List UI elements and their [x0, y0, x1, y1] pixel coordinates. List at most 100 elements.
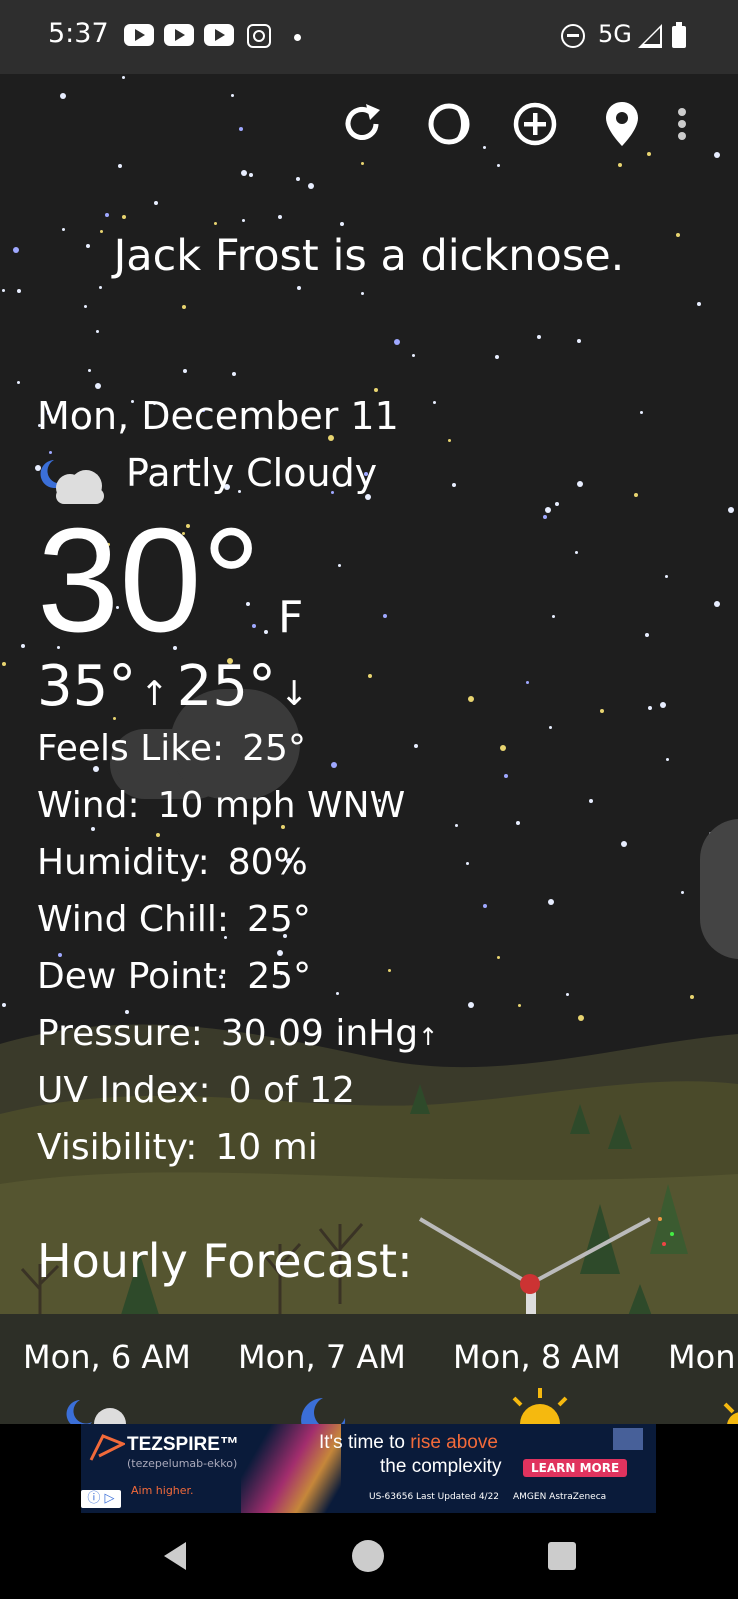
star: [99, 286, 102, 289]
signal-icon: [638, 24, 662, 48]
detail-value: 25°: [247, 956, 312, 997]
detail-row: Wind: 10 mph WNW: [37, 785, 405, 826]
refresh-icon[interactable]: [336, 98, 388, 150]
youtube-icon: [204, 24, 234, 46]
home-icon[interactable]: [352, 1540, 384, 1572]
star: [433, 401, 436, 404]
star: [575, 551, 578, 554]
instagram-icon: [247, 24, 271, 48]
status-bar: 5:37 5G: [0, 0, 738, 74]
star: [681, 891, 684, 894]
star: [555, 502, 559, 506]
star: [214, 222, 217, 225]
star: [500, 745, 506, 751]
hour-item[interactable]: Mon: [668, 1338, 735, 1376]
star: [414, 744, 418, 748]
star: [640, 411, 643, 414]
star: [468, 696, 474, 702]
detail-value: 0 of 12: [228, 1070, 355, 1111]
star: [96, 330, 99, 333]
star: [338, 564, 341, 567]
star: [394, 339, 400, 345]
star: [621, 841, 627, 847]
ad-choices-icon[interactable]: [613, 1428, 643, 1450]
star: [239, 127, 243, 131]
ad-footer: US-63656 Last Updated 4/22: [369, 1492, 500, 1502]
star: [549, 726, 552, 729]
current-date: Mon, December 11: [37, 394, 399, 438]
recents-icon[interactable]: [548, 1542, 576, 1570]
youtube-icon: [164, 24, 194, 46]
pressure-rising-icon: ↑: [418, 1023, 439, 1051]
hour-item[interactable]: Mon, 7 AM: [238, 1338, 406, 1376]
current-temperature: 30°: [37, 498, 261, 663]
star: [728, 507, 734, 513]
detail-row: Wind Chill: 25°: [37, 899, 311, 940]
star: [383, 614, 387, 618]
cloud: [700, 819, 738, 959]
arrow-down-icon: ↓: [280, 674, 309, 714]
weather-background: Jack Frost is a dicknose. Mon, December …: [0, 74, 738, 1424]
star: [95, 383, 101, 389]
star: [497, 956, 500, 959]
star: [308, 183, 314, 189]
hourly-forecast-title: Hourly Forecast:: [37, 1234, 413, 1288]
hour-item[interactable]: Mon, 6 AM: [23, 1338, 191, 1376]
detail-label: Feels Like:: [37, 728, 225, 769]
ad-headline-2: the complexity: [380, 1456, 502, 1477]
detail-row: UV Index: 0 of 12: [37, 1070, 355, 1111]
learn-more-button[interactable]: LEARN MORE: [523, 1459, 628, 1477]
star: [548, 899, 554, 905]
star: [231, 94, 234, 97]
star: [88, 369, 91, 372]
star: [634, 493, 638, 497]
star: [118, 164, 122, 168]
star: [241, 170, 247, 176]
detail-label: Wind:: [37, 785, 140, 826]
star: [84, 305, 87, 308]
hourly-forecast-list[interactable]: Mon, 6 AM Mon, 7 AM Mon, 8 AM Mon: [0, 1314, 738, 1424]
detail-row: Pressure: 30.09 inHg↑: [37, 1013, 438, 1054]
star: [495, 355, 499, 359]
star: [368, 674, 372, 678]
star: [647, 152, 651, 156]
star: [361, 162, 364, 165]
add-location-icon[interactable]: [509, 98, 561, 150]
detail-label: UV Index:: [37, 1070, 211, 1111]
star: [577, 481, 583, 487]
star: [537, 335, 541, 339]
star: [156, 833, 160, 837]
star: [665, 575, 668, 578]
low-temperature: 25°: [176, 654, 277, 719]
back-icon[interactable]: [160, 1540, 192, 1572]
star: [105, 213, 109, 217]
star: [17, 381, 20, 384]
location-pin-icon[interactable]: [596, 98, 648, 150]
detail-value: 80%: [227, 842, 308, 883]
star: [296, 177, 300, 181]
star: [455, 824, 458, 827]
detail-value: 25°: [247, 899, 311, 940]
more-vert-icon[interactable]: [672, 98, 692, 150]
star: [504, 774, 508, 778]
star: [714, 601, 720, 607]
hour-item[interactable]: Mon, 8 AM: [453, 1338, 621, 1376]
star: [577, 339, 581, 343]
detail-value: 10 mph WNW: [157, 785, 406, 826]
star: [21, 644, 25, 648]
ad-banner[interactable]: TEZSPIRE™ (tezepelumab-ekko) Aim higher.…: [0, 1424, 738, 1513]
star: [660, 702, 666, 708]
star: [618, 163, 622, 167]
theme-icon[interactable]: [423, 98, 475, 150]
ad-generic-name: (tezepelumab-ekko): [127, 1457, 238, 1470]
system-nav-bar: [0, 1513, 738, 1599]
youtube-icon: [124, 24, 154, 46]
ad-info-icon[interactable]: ⓘ ▷: [81, 1490, 121, 1508]
star: [566, 993, 569, 996]
detail-row: Dew Point: 25°: [37, 956, 311, 997]
star: [466, 862, 469, 865]
ad-tagline: Aim higher.: [131, 1484, 194, 1497]
ad-creative[interactable]: TEZSPIRE™ (tezepelumab-ekko) Aim higher.…: [81, 1424, 656, 1513]
detail-row: Feels Like: 25°: [37, 728, 306, 769]
detail-row: Visibility: 10 mi: [37, 1127, 318, 1168]
